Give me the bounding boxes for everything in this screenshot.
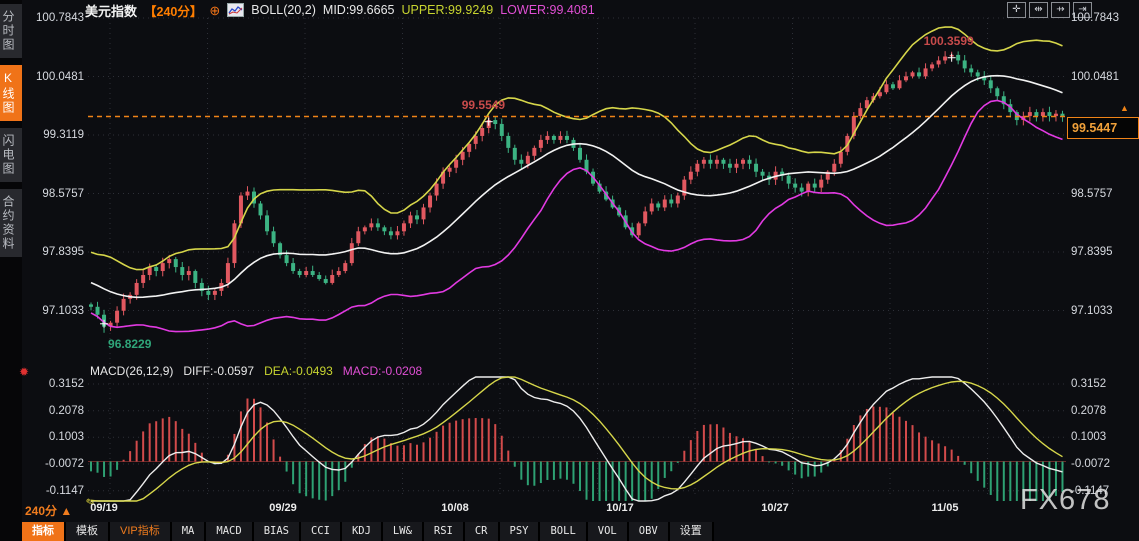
price-arrow-marker: ▲ [1120,103,1129,113]
price-axis-label-l: 98.5757 [42,187,84,200]
price-axis-label-r: 100.7843 [1071,12,1119,24]
macd-axis-label-l: 0.2078 [48,404,84,417]
macd-dea-value: DEA:-0.0493 [264,364,333,378]
macd-axis-label-r: 0.1003 [1071,431,1107,444]
crosshair-icon[interactable]: ✛ [1007,2,1026,18]
price-axis-label-r: 97.1033 [1071,304,1113,317]
boll-label: BOLL(20,2) [251,3,316,17]
toolbar-button-vol[interactable]: VOL [587,522,629,541]
macd-axis-label-l: 0.1003 [48,431,84,444]
annotation-low: 96.8229 [108,336,152,351]
x-axis-date-label: 10/17 [606,502,634,514]
price-axis-label-l: 100.7843 [36,12,84,24]
toolbar-button-boll[interactable]: BOLL [540,522,588,541]
toolbar-button-vip指标[interactable]: VIP指标 [110,522,172,541]
x-axis-date-label: 11/05 [931,502,959,514]
toolbar-button-lw&[interactable]: LW& [382,522,424,541]
annotation-mid-high: 99.5549 [461,97,506,112]
price-axis-label-r: 100.0481 [1071,70,1119,83]
annotation-swing-high: 100.3599 [923,33,974,48]
x-axis-date-label: 09/19 [90,502,118,514]
candlestick-chart-canvas[interactable] [0,0,1139,541]
toolbar-button-cci[interactable]: CCI [300,522,342,541]
macd-header: MACD(26,12,9) DIFF:-0.0597 DEA:-0.0493 M… [90,364,422,378]
x-axis: 240分 ▲ ✎ 09/19 09/29 10/08 10/17 10/27 11/05 [0,496,1139,521]
toolbar-button-设置[interactable]: 设置 [669,522,714,541]
macd-axis-label-r: -0.0072 [1071,458,1111,470]
price-axis-label-l: 99.3119 [43,129,84,141]
globe-icon[interactable]: ⊕ [209,4,220,17]
expand-x-icon[interactable]: ⇸ [1051,2,1070,18]
toolbar-button-模板[interactable]: 模板 [66,522,110,541]
boll-lower-value: LOWER:99.4081 [500,3,595,17]
toolbar-button-macd[interactable]: MACD [206,522,254,541]
macd-axis-label-r: 0.2078 [1071,404,1107,417]
toolbar-button-rsi[interactable]: RSI [423,522,465,541]
toolbar-button-obv[interactable]: OBV [628,522,670,541]
price-axis-label-l: 97.1033 [42,304,84,317]
toolbar-button-bias[interactable]: BIAS [253,522,301,541]
indicator-toolbar: 指标 模板 VIP指标 MA MACD BIAS CCI KDJ LW& RSI CR PSY BOLL… [22,522,714,541]
x-axis-date-label: 10/08 [441,502,469,514]
chart-window: 分时图 K线图 闪电图 合约资料 ✹ 美元指数 【240分】 ⊕ BOLL(20,2)… [0,0,1139,541]
macd-macd-value: MACD:-0.0208 [342,364,423,378]
price-axis-label-r: 97.8395 [1071,246,1113,258]
macd-title: MACD(26,12,9) [90,364,174,378]
period-indicator[interactable]: 240分 ▲ [25,502,72,519]
macd-axis-label-l: 0.3152 [48,378,84,390]
macd-axis-label-l: -0.0072 [44,458,84,470]
macd-axis-label-r: 0.3152 [1071,378,1107,390]
last-price-box[interactable]: 99.5447 [1067,117,1139,139]
toolbar-button-cr[interactable]: CR [464,522,500,541]
period-label[interactable]: 【240分】 [144,1,202,20]
symbol-name: 美元指数 [85,3,138,19]
macd-axis-label-l: -0.1147 [45,484,84,497]
watermark: FX678 [1020,484,1111,516]
x-axis-date-label: 10/27 [761,502,789,514]
macd-diff-value: DIFF:-0.0597 [183,364,255,378]
boll-mid-value: MID:99.6665 [322,3,395,17]
price-axis-label-l: 97.8395 [42,246,84,258]
price-axis-label-r: 98.5757 [1071,187,1113,200]
x-axis-date-label: 09/29 [269,502,297,514]
boll-upper-value: UPPER:99.9249 [401,3,494,17]
toolbar-button-kdj[interactable]: KDJ [341,522,383,541]
toolbar-button-ma[interactable]: MA [171,522,207,541]
toolbar-button-psy[interactable]: PSY [499,522,541,541]
chart-type-icon[interactable] [227,3,245,17]
chart-header: 美元指数 【240分】 ⊕ BOLL(20,2) MID:99.6665 UPP… [85,1,595,20]
compress-x-icon[interactable]: ⇹ [1029,2,1048,18]
price-axis-label-l: 100.0481 [36,70,84,83]
toolbar-button-指标[interactable]: 指标 [22,522,66,541]
